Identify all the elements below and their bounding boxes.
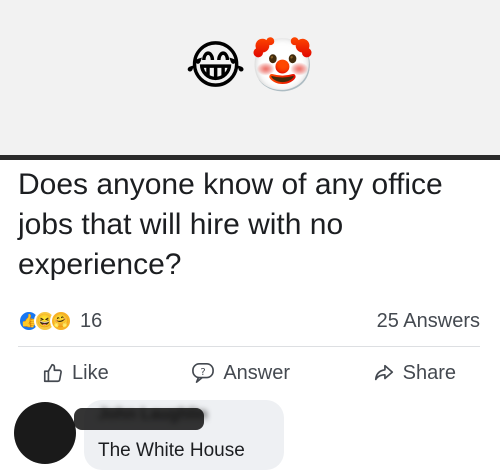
reaction-summary[interactable]: 👍 😆 🤗 16 — [18, 310, 102, 333]
answer-label: Answer — [223, 361, 291, 384]
thumbs-up-icon — [42, 362, 64, 384]
like-label: Like — [72, 361, 109, 384]
meme-caption-area: 😂 🤡 — [0, 0, 500, 155]
like-button[interactable]: Like — [18, 362, 133, 385]
share-label: Share — [402, 361, 456, 384]
share-button[interactable]: Share — [349, 362, 480, 385]
clown-face-icon: 🤡 — [250, 36, 315, 96]
tears-of-joy-icon: 😂 — [185, 36, 246, 96]
share-arrow-icon — [373, 362, 395, 384]
screenshot-divider — [0, 155, 500, 160]
stats-separator — [18, 346, 480, 347]
care-reaction-icon: 🤗 — [50, 310, 72, 332]
post-question: Does anyone know of any office jobs that… — [18, 168, 443, 281]
svg-text:?: ? — [201, 367, 206, 378]
question-bubble-icon: ? — [191, 362, 215, 384]
post-stats: 👍 😆 🤗 16 25 Answers — [18, 306, 480, 336]
avatar[interactable] — [14, 402, 76, 464]
reaction-count: 16 — [80, 309, 103, 332]
post-action-bar: Like ? Answer Share — [18, 356, 480, 390]
redaction-scribble — [74, 408, 204, 430]
answer-button[interactable]: ? Answer — [167, 362, 314, 385]
comment: John Laughlin The White House — [14, 400, 294, 472]
answers-count[interactable]: 25 Answers — [377, 310, 480, 333]
comment-text: The White House — [98, 440, 245, 461]
emoji-row: 😂 🤡 — [0, 36, 500, 96]
